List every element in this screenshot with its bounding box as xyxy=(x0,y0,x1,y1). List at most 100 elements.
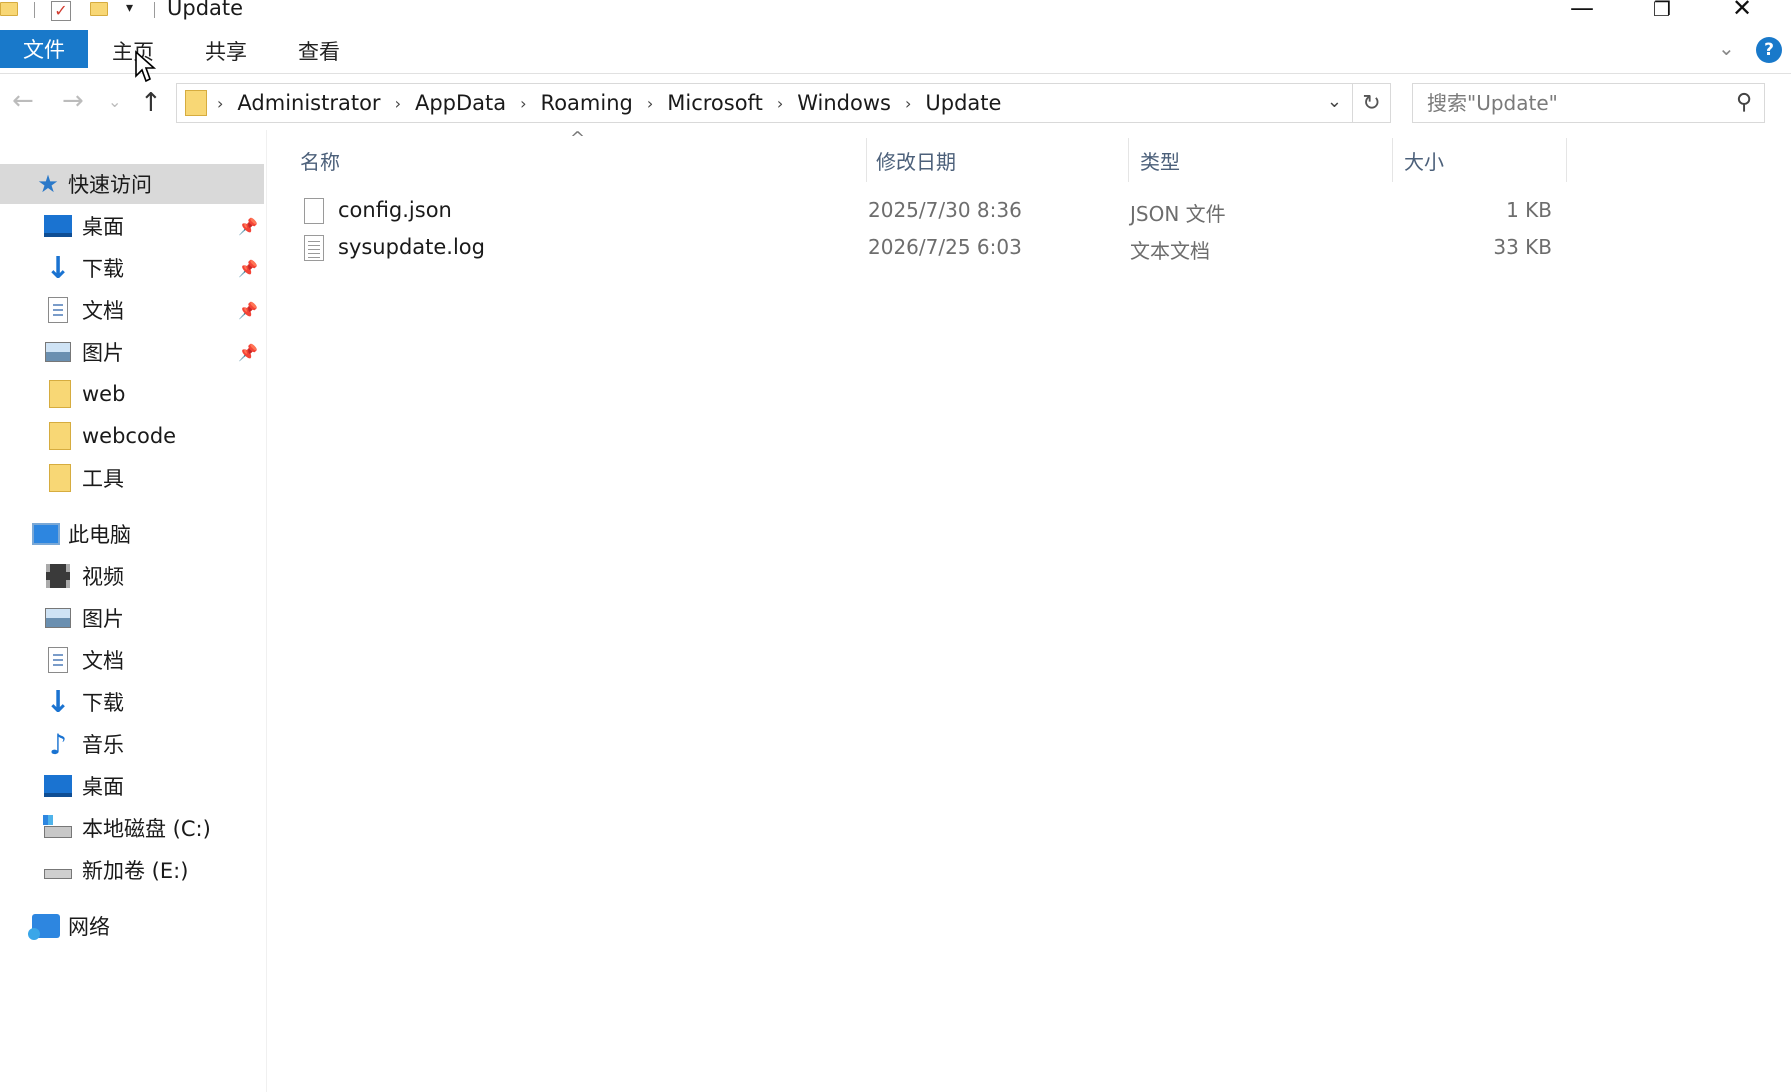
network-icon xyxy=(28,912,60,940)
sidebar-item-this-pc[interactable]: 此电脑 xyxy=(0,514,264,554)
chevron-right-icon[interactable]: › xyxy=(217,94,223,113)
download-icon: ↓ xyxy=(45,250,71,286)
chevron-right-icon[interactable]: › xyxy=(647,94,653,113)
new-folder-icon[interactable] xyxy=(90,2,108,16)
sidebar-item-label: 文档 xyxy=(82,299,124,323)
sidebar-item-pictures[interactable]: 图片 📌 xyxy=(0,332,264,372)
folder-icon xyxy=(185,90,207,116)
title-bar: ✓ ▾ Update — ❐ ✕ xyxy=(0,0,1791,22)
pin-icon[interactable]: 📌 xyxy=(238,301,258,320)
qat-divider xyxy=(154,2,155,18)
sidebar-item-volume-e[interactable]: 新加卷 (E:) xyxy=(0,850,264,890)
sidebar-item-videos[interactable]: 视频 xyxy=(0,556,264,596)
tab-share[interactable]: 共享 xyxy=(205,36,247,66)
sidebar-item-downloads[interactable]: ↓ 下载 📌 xyxy=(0,248,264,288)
sidebar-item-webcode[interactable]: webcode xyxy=(0,416,264,456)
sidebar-item-quick-access[interactable]: ★ 快速访问 xyxy=(0,164,264,204)
sidebar-item-web[interactable]: web xyxy=(0,374,264,414)
text-file-icon xyxy=(304,235,324,261)
column-header-date[interactable]: 修改日期 xyxy=(876,146,956,175)
chevron-right-icon[interactable]: › xyxy=(395,94,401,113)
column-divider[interactable] xyxy=(866,138,867,182)
blank-file-icon xyxy=(304,198,324,224)
expand-ribbon-chevron-icon[interactable]: ⌄ xyxy=(1718,36,1735,60)
sidebar-item-music[interactable]: ♪ 音乐 xyxy=(0,724,264,764)
search-input[interactable] xyxy=(1427,91,1717,115)
local-disk-icon xyxy=(43,815,72,846)
ribbon-tabs: 文件 主页 共享 查看 ⌄ ? xyxy=(0,30,1791,74)
chevron-right-icon[interactable]: › xyxy=(777,94,783,113)
table-row[interactable]: config.json 2025/7/30 8:36 JSON 文件 1 KB xyxy=(296,194,1791,230)
sidebar-item-label: 文档 xyxy=(82,649,124,673)
folder-icon xyxy=(0,2,18,16)
sidebar-item-label: 新加卷 (E:) xyxy=(82,859,189,883)
file-list: ^ 名称 修改日期 类型 大小 config.json 2025/7/30 8:… xyxy=(270,128,1791,1092)
breadcrumb-administrator[interactable]: Administrator xyxy=(237,91,380,115)
table-row[interactable]: sysupdate.log 2026/7/25 6:03 文本文档 33 KB xyxy=(296,231,1791,267)
restore-button[interactable]: ❐ xyxy=(1642,0,1682,21)
help-icon[interactable]: ? xyxy=(1756,37,1782,63)
navigation-pane: ★ 快速访问 桌面 📌 ↓ 下载 📌 文档 📌 图片 📌 web webcode… xyxy=(0,130,267,1092)
search-icon[interactable]: ⚲ xyxy=(1736,90,1752,115)
sidebar-item-pc-documents[interactable]: 文档 xyxy=(0,640,264,680)
sidebar-item-label: 快速访问 xyxy=(68,173,152,197)
column-header-type[interactable]: 类型 xyxy=(1140,146,1180,175)
document-icon xyxy=(44,646,72,674)
pin-icon[interactable]: 📌 xyxy=(238,343,258,362)
breadcrumb-windows[interactable]: Windows xyxy=(797,91,891,115)
file-name: config.json xyxy=(338,198,452,222)
sidebar-item-label: 视频 xyxy=(82,565,124,589)
chevron-right-icon[interactable]: › xyxy=(905,94,911,113)
document-icon xyxy=(44,296,72,324)
recent-locations-chevron-icon[interactable]: ⌄ xyxy=(108,92,121,111)
picture-icon xyxy=(44,604,72,632)
close-button[interactable]: ✕ xyxy=(1722,0,1762,22)
tab-file[interactable]: 文件 xyxy=(0,30,88,68)
breadcrumb-appdata[interactable]: AppData xyxy=(415,91,506,115)
sidebar-item-documents[interactable]: 文档 📌 xyxy=(0,290,264,330)
sidebar-item-pc-downloads[interactable]: ↓ 下载 xyxy=(0,682,264,722)
column-header-name[interactable]: 名称 xyxy=(300,146,340,175)
search-box[interactable]: ⚲ xyxy=(1412,83,1765,123)
sidebar-item-label: 下载 xyxy=(82,691,124,715)
column-divider[interactable] xyxy=(1566,138,1567,182)
file-name: sysupdate.log xyxy=(338,235,485,259)
column-header-size[interactable]: 大小 xyxy=(1404,146,1444,175)
sidebar-item-network[interactable]: 网络 xyxy=(0,906,264,946)
sidebar-item-label: 此电脑 xyxy=(68,523,131,547)
column-divider[interactable] xyxy=(1392,138,1393,182)
breadcrumb-update[interactable]: Update xyxy=(925,91,1001,115)
mouse-cursor-icon xyxy=(135,50,157,83)
breadcrumb-microsoft[interactable]: Microsoft xyxy=(667,91,763,115)
sidebar-item-pc-pictures[interactable]: 图片 xyxy=(0,598,264,638)
video-icon xyxy=(44,562,72,590)
properties-check-icon[interactable]: ✓ xyxy=(51,1,71,21)
pin-icon[interactable]: 📌 xyxy=(238,217,258,236)
address-dropdown-chevron-icon[interactable]: ⌄ xyxy=(1327,91,1342,112)
refresh-button[interactable]: ↻ xyxy=(1353,83,1391,123)
forward-button[interactable]: → xyxy=(62,86,84,116)
sidebar-item-desktop[interactable]: 桌面 📌 xyxy=(0,206,264,246)
breadcrumb-roaming[interactable]: Roaming xyxy=(541,91,633,115)
address-bar[interactable]: › Administrator › AppData › Roaming › Mi… xyxy=(176,83,1353,123)
pin-icon[interactable]: 📌 xyxy=(238,259,258,278)
sidebar-item-label: web xyxy=(82,382,126,406)
back-button[interactable]: ← xyxy=(12,86,34,116)
file-size: 33 KB xyxy=(1493,235,1552,259)
qat-dropdown-icon[interactable]: ▾ xyxy=(126,0,133,16)
sidebar-item-tools[interactable]: 工具 xyxy=(0,458,264,498)
column-divider[interactable] xyxy=(1128,138,1129,182)
computer-icon xyxy=(32,520,60,548)
sidebar-item-pc-desktop[interactable]: 桌面 xyxy=(0,766,264,806)
tab-view[interactable]: 查看 xyxy=(298,36,340,66)
file-size: 1 KB xyxy=(1506,198,1552,222)
sidebar-item-label: 工具 xyxy=(82,467,124,491)
file-date: 2025/7/30 8:36 xyxy=(868,198,1022,222)
qat-divider xyxy=(34,2,35,18)
minimize-button[interactable]: — xyxy=(1562,0,1602,22)
sidebar-item-local-disk-c[interactable]: 本地磁盘 (C:) xyxy=(0,808,264,848)
folder-icon xyxy=(46,464,74,492)
file-type: JSON 文件 xyxy=(1130,202,1226,226)
chevron-right-icon[interactable]: › xyxy=(520,94,526,113)
up-button[interactable]: ↑ xyxy=(140,88,162,118)
